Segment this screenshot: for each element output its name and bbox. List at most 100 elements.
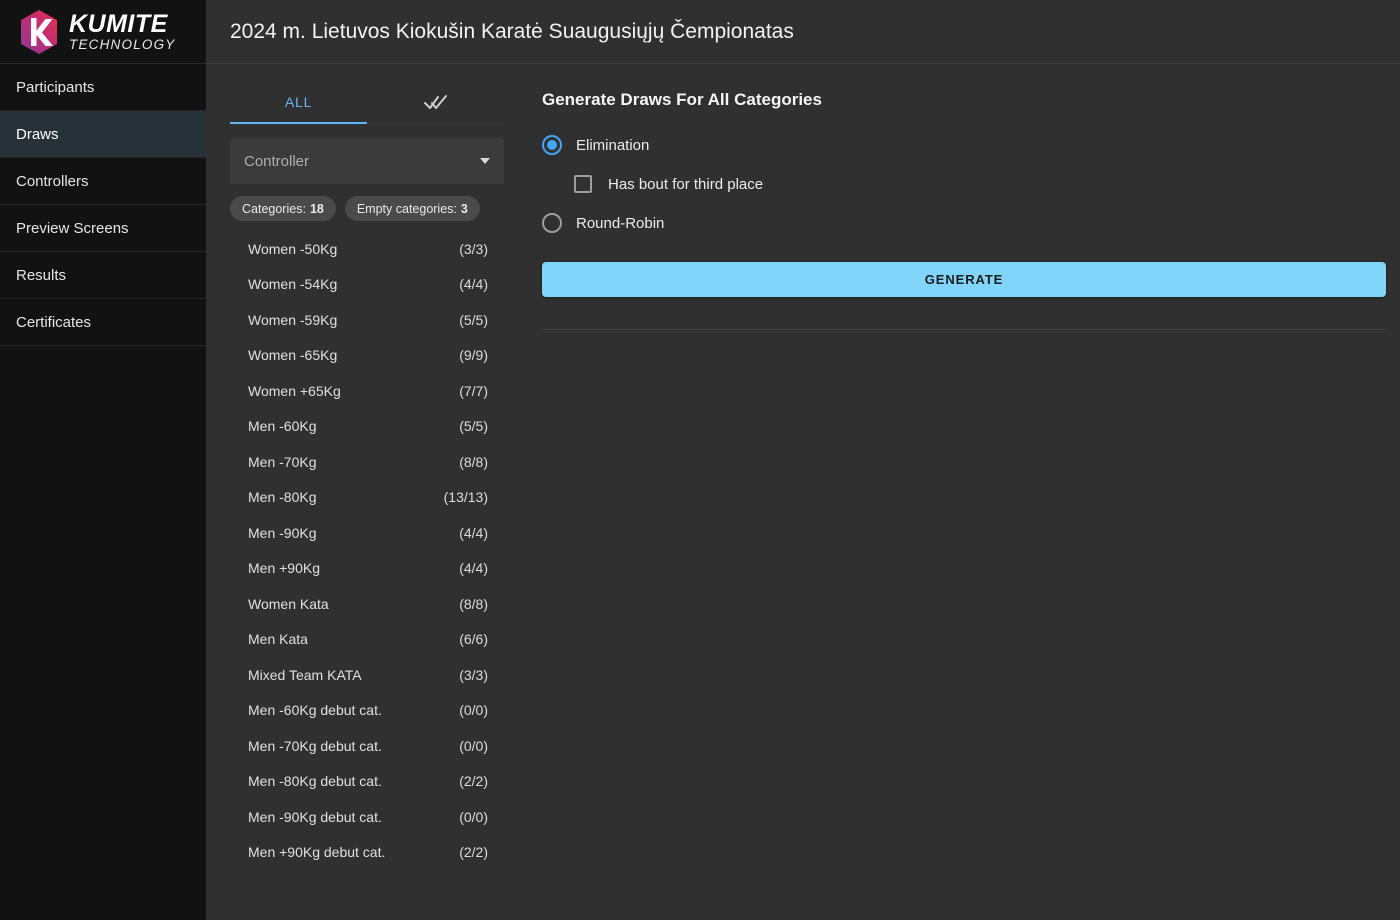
list-item[interactable]: Men -70Kg (8/8) <box>230 444 502 480</box>
category-count: (3/3) <box>459 241 488 257</box>
category-count: (4/4) <box>459 525 488 541</box>
category-count: (8/8) <box>459 596 488 612</box>
category-count: (6/6) <box>459 631 488 647</box>
list-item[interactable]: Mixed Team KATA (3/3) <box>230 657 502 693</box>
checkbox-third-place-icon[interactable] <box>574 175 592 193</box>
category-count: (4/4) <box>459 276 488 292</box>
sidebar-item-controllers[interactable]: Controllers <box>0 158 206 205</box>
brand-subtitle: TECHNOLOGY <box>69 38 176 52</box>
tab-done-all[interactable] <box>367 80 504 123</box>
category-name: Women -59Kg <box>248 312 337 328</box>
list-item[interactable]: Women -65Kg (9/9) <box>230 338 502 374</box>
content-area: ALL Controller <box>206 64 1400 920</box>
list-item[interactable]: Men -80Kg (13/13) <box>230 480 502 516</box>
list-item[interactable]: Men Kata (6/6) <box>230 622 502 658</box>
brand-wordmark: KUMITE TECHNOLOGY <box>69 12 176 52</box>
list-item[interactable]: Men +90Kg debut cat. (2/2) <box>230 835 502 871</box>
list-item[interactable]: Men -90Kg (4/4) <box>230 515 502 551</box>
category-name: Women -50Kg <box>248 241 337 257</box>
category-count: (0/0) <box>459 738 488 754</box>
sidebar-item-certificates[interactable]: Certificates <box>0 299 206 346</box>
sidebar-item-label: Controllers <box>16 173 89 190</box>
list-item[interactable]: Women Kata (8/8) <box>230 586 502 622</box>
brand-logo[interactable]: KUMITE TECHNOLOGY <box>0 0 206 64</box>
chip-value: 3 <box>461 202 468 216</box>
generate-draws-panel: Generate Draws For All Categories Elimin… <box>526 64 1400 920</box>
category-name: Women Kata <box>248 596 329 612</box>
sidebar-item-results[interactable]: Results <box>0 252 206 299</box>
radio-round-robin-icon[interactable] <box>542 213 562 233</box>
list-item[interactable]: Men -90Kg debut cat. (0/0) <box>230 799 502 835</box>
category-name: Women -65Kg <box>248 347 337 363</box>
page-title: 2024 m. Lietuvos Kiokušin Karatė Suaugus… <box>230 20 794 44</box>
list-item[interactable]: Men -70Kg debut cat. (0/0) <box>230 728 502 764</box>
category-name: Men -80Kg debut cat. <box>248 773 382 789</box>
category-count: (4/4) <box>459 560 488 576</box>
list-item[interactable]: Women -59Kg (5/5) <box>230 302 502 338</box>
panel-title: Generate Draws For All Categories <box>542 90 1386 110</box>
list-item[interactable]: Women -54Kg (4/4) <box>230 267 502 303</box>
list-item[interactable]: Men -80Kg debut cat. (2/2) <box>230 764 502 800</box>
category-name: Men -60Kg <box>248 418 316 434</box>
chip-categories-count[interactable]: Categories: 18 <box>230 196 336 221</box>
done-all-icon <box>424 93 448 111</box>
category-count: (5/5) <box>459 418 488 434</box>
category-name: Women -54Kg <box>248 276 337 292</box>
category-name: Men -90Kg <box>248 525 316 541</box>
category-count: (8/8) <box>459 454 488 470</box>
list-item[interactable]: Women -50Kg (3/3) <box>230 231 502 267</box>
list-item[interactable]: Men -60Kg (5/5) <box>230 409 502 445</box>
category-count: (9/9) <box>459 347 488 363</box>
category-name: Men -80Kg <box>248 489 316 505</box>
chevron-down-icon <box>480 158 490 164</box>
category-name: Men -90Kg debut cat. <box>248 809 382 825</box>
sidebar: KUMITE TECHNOLOGY Participants Draws Con… <box>0 0 206 920</box>
sidebar-item-participants[interactable]: Participants <box>0 64 206 111</box>
main-area: 2024 m. Lietuvos Kiokušin Karatė Suaugus… <box>206 0 1400 920</box>
category-count: (0/0) <box>459 702 488 718</box>
chip-empty-categories-count[interactable]: Empty categories: 3 <box>345 196 480 221</box>
tab-all[interactable]: ALL <box>230 80 367 123</box>
tab-all-label: ALL <box>285 94 312 110</box>
category-name: Mixed Team KATA <box>248 667 362 683</box>
category-name: Men -70Kg <box>248 454 316 470</box>
generate-button[interactable]: GENERATE <box>542 262 1386 297</box>
categories-tabs: ALL <box>230 80 504 124</box>
sidebar-nav: Participants Draws Controllers Preview S… <box>0 64 206 346</box>
list-item[interactable]: Men -60Kg debut cat. (0/0) <box>230 693 502 729</box>
category-count: (3/3) <box>459 667 488 683</box>
app-root: KUMITE TECHNOLOGY Participants Draws Con… <box>0 0 1400 920</box>
radio-round-robin-label: Round-Robin <box>576 215 664 232</box>
chip-label: Empty categories: <box>357 202 457 216</box>
category-name: Women +65Kg <box>248 383 341 399</box>
chip-value: 18 <box>310 202 324 216</box>
checkbox-third-place[interactable]: Has bout for third place <box>574 169 1386 199</box>
radio-elimination-icon[interactable] <box>542 135 562 155</box>
checkbox-third-place-label: Has bout for third place <box>608 176 763 193</box>
category-count: (5/5) <box>459 312 488 328</box>
category-count: (0/0) <box>459 809 488 825</box>
sidebar-item-draws[interactable]: Draws <box>0 111 206 158</box>
category-count: (2/2) <box>459 773 488 789</box>
category-list[interactable]: Women -50Kg (3/3) Women -54Kg (4/4) Wome… <box>230 231 504 870</box>
chip-label: Categories: <box>242 202 306 216</box>
controller-select-placeholder: Controller <box>244 153 309 170</box>
category-name: Men -70Kg debut cat. <box>248 738 382 754</box>
radio-option-round-robin[interactable]: Round-Robin <box>542 208 1386 238</box>
category-name: Men -60Kg debut cat. <box>248 702 382 718</box>
brand-name: KUMITE <box>69 12 176 37</box>
category-name: Men Kata <box>248 631 308 647</box>
controller-select[interactable]: Controller <box>230 138 504 184</box>
sidebar-item-preview-screens[interactable]: Preview Screens <box>0 205 206 252</box>
panel-divider <box>542 329 1386 330</box>
categories-panel: ALL Controller <box>206 64 526 920</box>
category-chips: Categories: 18 Empty categories: 3 <box>230 196 504 221</box>
list-item[interactable]: Men +90Kg (4/4) <box>230 551 502 587</box>
radio-option-elimination[interactable]: Elimination <box>542 130 1386 160</box>
kumite-hex-logo-icon <box>18 9 60 55</box>
list-item[interactable]: Women +65Kg (7/7) <box>230 373 502 409</box>
category-name: Men +90Kg <box>248 560 320 576</box>
category-count: (13/13) <box>444 489 488 505</box>
category-count: (2/2) <box>459 844 488 860</box>
sidebar-item-label: Preview Screens <box>16 220 129 237</box>
